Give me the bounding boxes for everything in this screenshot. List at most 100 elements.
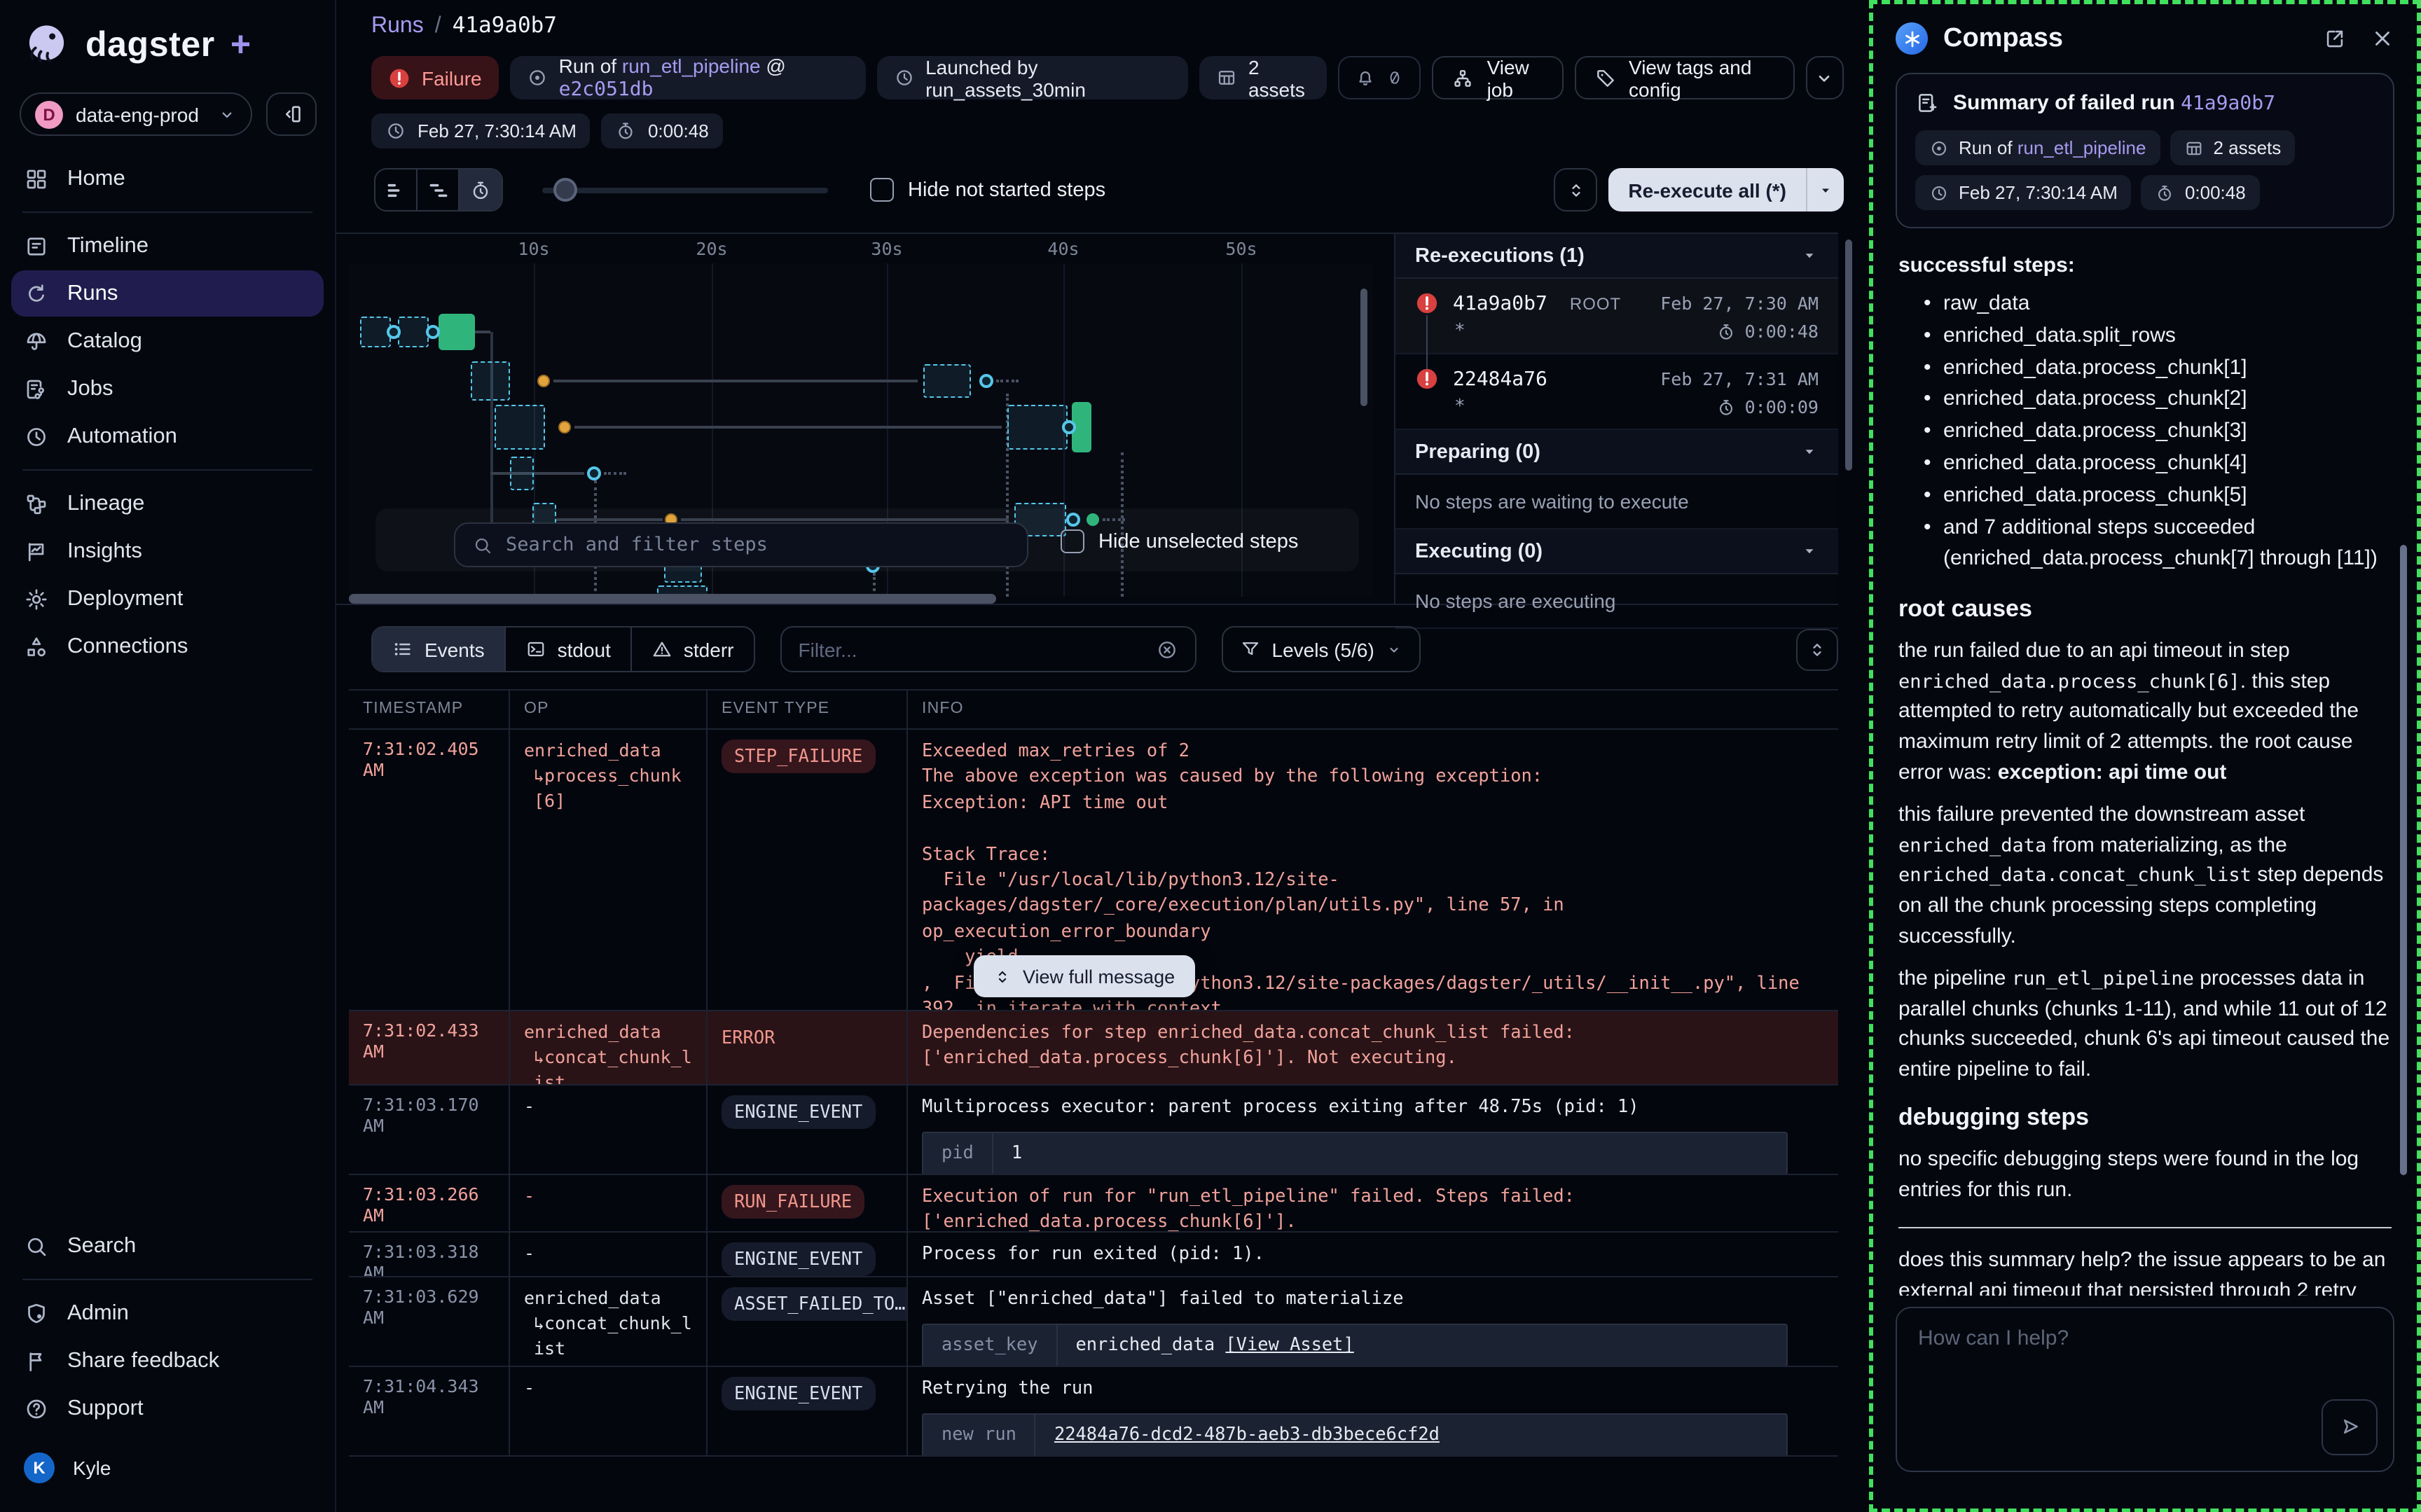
assets-chip[interactable]: 2 assets bbox=[1199, 56, 1327, 99]
timed-view-button[interactable] bbox=[460, 169, 502, 210]
event-row[interactable]: 7:31:03.629 AMenriched_data↳concat_chunk… bbox=[349, 1277, 1838, 1367]
slider-thumb[interactable] bbox=[553, 178, 577, 202]
gantt-marker-dot[interactable] bbox=[387, 325, 401, 339]
alerts-chip[interactable] bbox=[1339, 56, 1421, 99]
event-row[interactable]: 7:31:02.433 AMenriched_data↳concat_chunk… bbox=[349, 1011, 1838, 1086]
workspace-switcher[interactable]: D data-eng-prod bbox=[20, 92, 252, 136]
flat-view-button[interactable] bbox=[375, 169, 418, 210]
compass-prompt-input[interactable]: How can I help? bbox=[1896, 1306, 2394, 1471]
gantt-marker-dot[interactable] bbox=[979, 374, 993, 388]
scrollbar-thumb[interactable] bbox=[349, 594, 996, 604]
sidebar-item-automation[interactable]: Automation bbox=[11, 413, 324, 459]
gantt-marker-dot[interactable] bbox=[426, 325, 440, 339]
gantt-step-box[interactable] bbox=[923, 364, 971, 398]
waterfall-view-button[interactable] bbox=[418, 169, 460, 210]
gantt-retry-dot[interactable] bbox=[558, 421, 571, 434]
open-in-new-icon[interactable] bbox=[2323, 27, 2347, 50]
breadcrumb-runs-link[interactable]: Runs bbox=[371, 14, 424, 39]
view-full-message-button[interactable]: View full message bbox=[974, 955, 1194, 997]
step-search-input[interactable]: Search and filter steps bbox=[454, 522, 1028, 567]
gantt-shape bbox=[574, 426, 1002, 429]
preparing-header[interactable]: Preparing (0) bbox=[1395, 430, 1838, 475]
user-menu[interactable]: K Kyle bbox=[11, 1444, 324, 1490]
sidebar-item-insights[interactable]: Insights bbox=[11, 528, 324, 574]
assistant-paragraph: this failure prevented the downstream as… bbox=[1898, 800, 2392, 951]
levels-dropdown[interactable]: Levels (5/6) bbox=[1222, 626, 1421, 672]
sidebar-item-share-feedback[interactable]: Share feedback bbox=[11, 1338, 324, 1384]
gantt-hscrollbar[interactable] bbox=[349, 594, 1373, 604]
gantt-success-dot[interactable] bbox=[1087, 513, 1099, 526]
tab-stdout[interactable]: stdout bbox=[506, 627, 632, 671]
collapse-sidebar-button[interactable] bbox=[266, 92, 317, 136]
send-button[interactable] bbox=[2322, 1399, 2378, 1455]
sidebar-item-timeline[interactable]: Timeline bbox=[11, 223, 324, 269]
gantt-marker-dot[interactable] bbox=[587, 466, 601, 480]
clear-filter-icon[interactable] bbox=[1156, 638, 1178, 660]
run-id[interactable]: 22484a76 bbox=[1453, 368, 1547, 390]
run-summary-card[interactable]: Summary of failed run 41a9a0b7 Run of ru… bbox=[1896, 73, 2394, 228]
sort-updown-icon bbox=[1566, 180, 1585, 200]
hide-not-started-row[interactable]: Hide not started steps bbox=[870, 178, 1105, 202]
metadata-link[interactable]: 22484a76-dcd2-487b-aeb3-db3bece6cf2d bbox=[1054, 1424, 1440, 1445]
slider-track[interactable] bbox=[542, 188, 828, 193]
events-sort-button[interactable] bbox=[1796, 628, 1838, 670]
hide-unselected-row[interactable]: Hide unselected steps bbox=[1061, 529, 1298, 553]
main-scrollbar-thumb[interactable] bbox=[1845, 240, 1852, 471]
gantt-chart[interactable]: Search and filter steps Hide unselected s… bbox=[349, 263, 1373, 597]
commit-link[interactable]: e2c051db bbox=[559, 78, 654, 101]
sidebar-item-catalog[interactable]: Catalog bbox=[11, 318, 324, 364]
sidebar-item-lineage[interactable]: Lineage bbox=[11, 480, 324, 527]
sidebar-item-runs[interactable]: Runs bbox=[11, 270, 324, 317]
event-op: - bbox=[510, 1086, 708, 1174]
view-tags-config-button[interactable]: View tags and config bbox=[1574, 56, 1795, 99]
run-of-chip[interactable]: Run of run_etl_pipeline @ e2c051db bbox=[510, 56, 866, 99]
breadcrumb-separator: / bbox=[435, 14, 441, 39]
metadata-link[interactable]: [View Asset] bbox=[1225, 1334, 1353, 1355]
log-filter-input[interactable]: Filter... bbox=[780, 626, 1196, 672]
view-job-button[interactable]: View job bbox=[1433, 56, 1563, 99]
sidebar-item-jobs[interactable]: Jobs bbox=[11, 366, 324, 412]
reexecute-dropdown[interactable] bbox=[1806, 168, 1844, 211]
gantt-step-box[interactable] bbox=[471, 361, 510, 401]
list-item: enriched_data.process_chunk[3] bbox=[1924, 416, 2392, 448]
sidebar-item-connections[interactable]: Connections bbox=[11, 623, 324, 670]
zoom-slider[interactable] bbox=[542, 168, 828, 211]
gantt-shape bbox=[1121, 452, 1124, 597]
gantt-marker-dot[interactable] bbox=[1066, 513, 1080, 527]
gantt-step-box[interactable] bbox=[510, 457, 534, 490]
gantt-success-box[interactable] bbox=[439, 314, 475, 350]
event-row[interactable]: 7:31:03.170 AM-ENGINE_EVENTMultiprocess … bbox=[349, 1086, 1838, 1175]
gantt-step-box[interactable] bbox=[1007, 405, 1068, 450]
sidebar-item-home[interactable]: Home bbox=[11, 155, 324, 202]
hide-not-started-checkbox[interactable] bbox=[870, 178, 894, 202]
reexecute-all-button[interactable]: Re-execute all (*) bbox=[1608, 168, 1844, 211]
sidebar-item-deployment[interactable]: Deployment bbox=[11, 576, 324, 622]
more-actions-button[interactable] bbox=[1806, 56, 1844, 99]
sidebar-item-search[interactable]: Search bbox=[11, 1223, 324, 1269]
gantt-vscrollbar-thumb[interactable] bbox=[1360, 289, 1367, 406]
reexecution-run-row[interactable]: 22484a76Feb 27, 7:31 AM*0:00:09 bbox=[1395, 354, 1838, 430]
sidebar-item-admin[interactable]: Admin bbox=[11, 1290, 324, 1336]
event-row[interactable]: 7:31:03.318 AM-ENGINE_EVENTProcess for r… bbox=[349, 1233, 1838, 1277]
close-icon[interactable] bbox=[2371, 27, 2394, 50]
sidebar-item-support[interactable]: Support bbox=[11, 1385, 324, 1431]
reexecutions-header[interactable]: Re-executions (1) bbox=[1395, 234, 1838, 279]
logo[interactable]: dagster + bbox=[22, 20, 251, 70]
gantt-marker-dot[interactable] bbox=[1062, 420, 1076, 434]
caret-down-icon bbox=[1800, 443, 1819, 461]
executing-header[interactable]: Executing (0) bbox=[1395, 529, 1838, 574]
hide-unselected-checkbox[interactable] bbox=[1061, 529, 1084, 553]
gantt-retry-dot[interactable] bbox=[537, 375, 550, 387]
reexecution-run-row[interactable]: 41a9a0b7ROOTFeb 27, 7:30 AM*0:00:48 bbox=[1395, 279, 1838, 354]
gantt-step-box[interactable] bbox=[398, 317, 429, 347]
tab-events[interactable]: Events bbox=[373, 627, 506, 671]
run-id[interactable]: 41a9a0b7 bbox=[1453, 292, 1547, 314]
event-row[interactable]: 7:31:03.266 AM-RUN_FAILUREExecution of r… bbox=[349, 1175, 1838, 1233]
gantt-sort-button[interactable] bbox=[1554, 168, 1597, 211]
tab-stderr[interactable]: stderr bbox=[632, 627, 754, 671]
event-row[interactable]: 7:31:04.343 AM-ENGINE_EVENTRetrying the … bbox=[349, 1367, 1838, 1457]
start-time-chip: Feb 27, 7:30:14 AM bbox=[371, 113, 591, 148]
compass-scrollbar-thumb[interactable] bbox=[2400, 545, 2407, 1175]
gantt-step-box[interactable] bbox=[495, 405, 545, 450]
pipeline-link[interactable]: run_etl_pipeline bbox=[622, 55, 761, 77]
